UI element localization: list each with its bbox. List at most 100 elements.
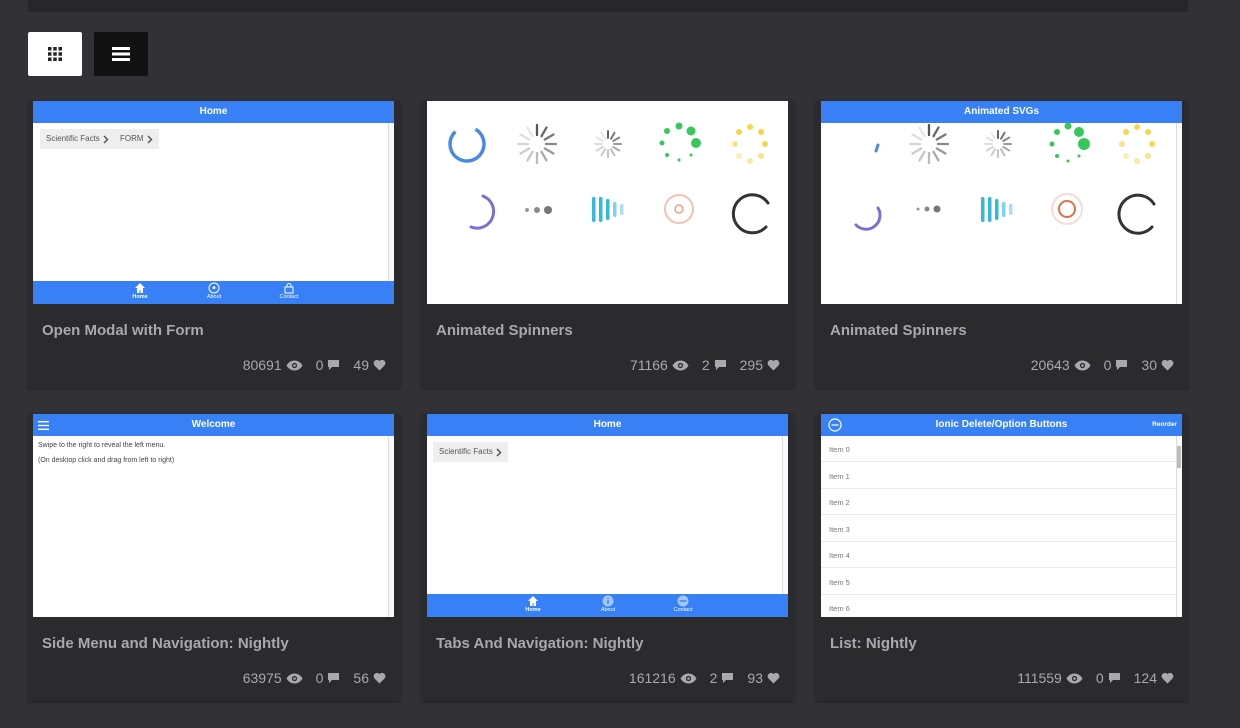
chevron-right-icon (147, 134, 153, 144)
card-tabs-navigation[interactable]: Home Scientific Facts Home About Contact… (422, 414, 794, 701)
chip-label: FORM (120, 134, 144, 143)
list-item: Item 6 (821, 595, 1176, 617)
heart-icon (373, 359, 386, 371)
preview-tab-bar: Home About Contact (427, 594, 788, 617)
card-preview[interactable]: Home Scientific Facts Home About Contact (427, 414, 788, 617)
hamburger-menu-icon (38, 421, 49, 430)
spinner-yellow-dots-icon (732, 124, 768, 164)
spinner-arc-purple-icon (469, 194, 496, 230)
comment-icon (722, 673, 734, 683)
spinner-small-lines-icon (984, 130, 1012, 158)
heart-icon (373, 672, 386, 684)
spinner-ios-icon (448, 125, 486, 163)
list-item: Item 4 (821, 542, 1176, 568)
preview-header: Ionic Delete/Option Buttons (821, 414, 1182, 436)
preview-tab-home: Home (120, 282, 160, 300)
eye-icon (286, 360, 303, 370)
card-title[interactable]: List: Nightly (830, 635, 917, 652)
chip-label: Scientific Facts (439, 447, 493, 456)
contact-icon (677, 595, 689, 607)
reorder-button: Reorder (1152, 421, 1177, 428)
preview-scrollbar (388, 436, 394, 617)
card-preview[interactable]: Animated SVGs (821, 101, 1182, 304)
spinners-grid (448, 122, 770, 235)
grid-icon (48, 47, 62, 61)
comment-icon (328, 673, 340, 683)
spinner-bars-icon (981, 197, 1013, 222)
card-stats: 161216 2 93 (616, 670, 780, 686)
card-animated-spinners[interactable]: Animated Spinners 71166 2 295 (422, 101, 794, 388)
home-icon (528, 596, 538, 606)
spinner-arc-purple-icon (854, 206, 882, 231)
comments-count: 0 (316, 670, 341, 686)
views-count: 20643 (1031, 357, 1091, 373)
card-animated-spinners-svgs[interactable]: Animated SVGs Animated Spinners 20643 0 … (816, 101, 1188, 388)
preview-tab-contact: Contact (269, 282, 309, 300)
card-stats: 20643 0 30 (1018, 357, 1174, 373)
likes-count[interactable]: 295 (740, 357, 780, 373)
card-title[interactable]: Animated Spinners (830, 322, 967, 339)
preview-tab-about: About (588, 595, 628, 613)
scrollbar-thumb (1177, 446, 1181, 468)
preview-header: Home (427, 414, 788, 436)
preview-scrollbar (782, 436, 788, 594)
likes-count[interactable]: 93 (747, 670, 780, 686)
spinner-ripple-icon (1051, 193, 1083, 225)
eye-icon (680, 673, 697, 683)
views-count: 161216 (629, 670, 697, 686)
likes-count[interactable]: 56 (353, 670, 386, 686)
card-title[interactable]: Tabs And Navigation: Nightly (436, 635, 644, 652)
comment-icon (1116, 360, 1128, 370)
spinner-bouncing-dots-icon (525, 206, 552, 214)
card-preview[interactable]: Ionic Delete/Option Buttons Reorder Item… (821, 414, 1182, 617)
chevron-right-icon (496, 447, 502, 457)
comment-icon (714, 360, 726, 370)
eye-icon (1066, 673, 1083, 683)
preview-tab-bar: Home About Contact (33, 281, 394, 304)
eye-icon (1074, 360, 1091, 370)
spinners-grid (854, 122, 1156, 235)
heart-icon (1161, 672, 1174, 684)
minus-circle-icon (828, 418, 842, 432)
spinner-lines-icon (516, 123, 558, 165)
comments-count: 0 (1104, 357, 1129, 373)
chevron-right-icon (103, 134, 109, 144)
views-count: 63975 (243, 670, 303, 686)
preview-scrollbar (1176, 436, 1182, 617)
preview-tab-home: Home (513, 595, 553, 613)
card-stats: 63975 0 56 (230, 670, 386, 686)
info-icon (602, 595, 614, 607)
likes-count[interactable]: 49 (353, 357, 386, 373)
card-open-modal-form[interactable]: Home Scientific Facts FORM Home About Co… (28, 101, 400, 388)
spinner-lines-icon (908, 123, 950, 165)
list-item: Item 3 (821, 516, 1176, 542)
heart-icon (767, 359, 780, 371)
top-bar (28, 0, 1188, 12)
grid-view-button[interactable] (28, 32, 82, 76)
card-preview[interactable] (427, 101, 788, 304)
comments-count: 0 (316, 357, 341, 373)
card-side-menu-navigation[interactable]: Welcome Swipe to the right to reveal the… (28, 414, 400, 701)
likes-count[interactable]: 124 (1134, 670, 1174, 686)
comments-count: 0 (1096, 670, 1121, 686)
preview-tab-about: About (194, 282, 234, 300)
comments-count: 2 (702, 357, 727, 373)
list-item: Item 2 (821, 489, 1176, 515)
comment-icon (328, 360, 340, 370)
card-list-nightly[interactable]: Ionic Delete/Option Buttons Reorder Item… (816, 414, 1188, 701)
card-title[interactable]: Animated Spinners (436, 322, 573, 339)
likes-count[interactable]: 30 (1141, 357, 1174, 373)
views-count: 80691 (243, 357, 303, 373)
card-preview[interactable]: Home Scientific Facts FORM Home About Co… (33, 101, 394, 304)
list-view-button[interactable] (94, 32, 148, 76)
card-preview[interactable]: Welcome Swipe to the right to reveal the… (33, 414, 394, 617)
eye-icon (672, 360, 689, 370)
spinner-green-dots-icon (1049, 122, 1090, 163)
spinner-ripple-icon (664, 194, 694, 224)
card-title[interactable]: Side Menu and Navigation: Nightly (42, 635, 289, 652)
heart-icon (767, 672, 780, 684)
spinner-bars-icon (592, 197, 624, 222)
spinner-green-dots-icon (659, 122, 701, 162)
preview-chip-scientific-facts: Scientific Facts (40, 129, 115, 149)
card-title[interactable]: Open Modal with Form (42, 322, 204, 339)
